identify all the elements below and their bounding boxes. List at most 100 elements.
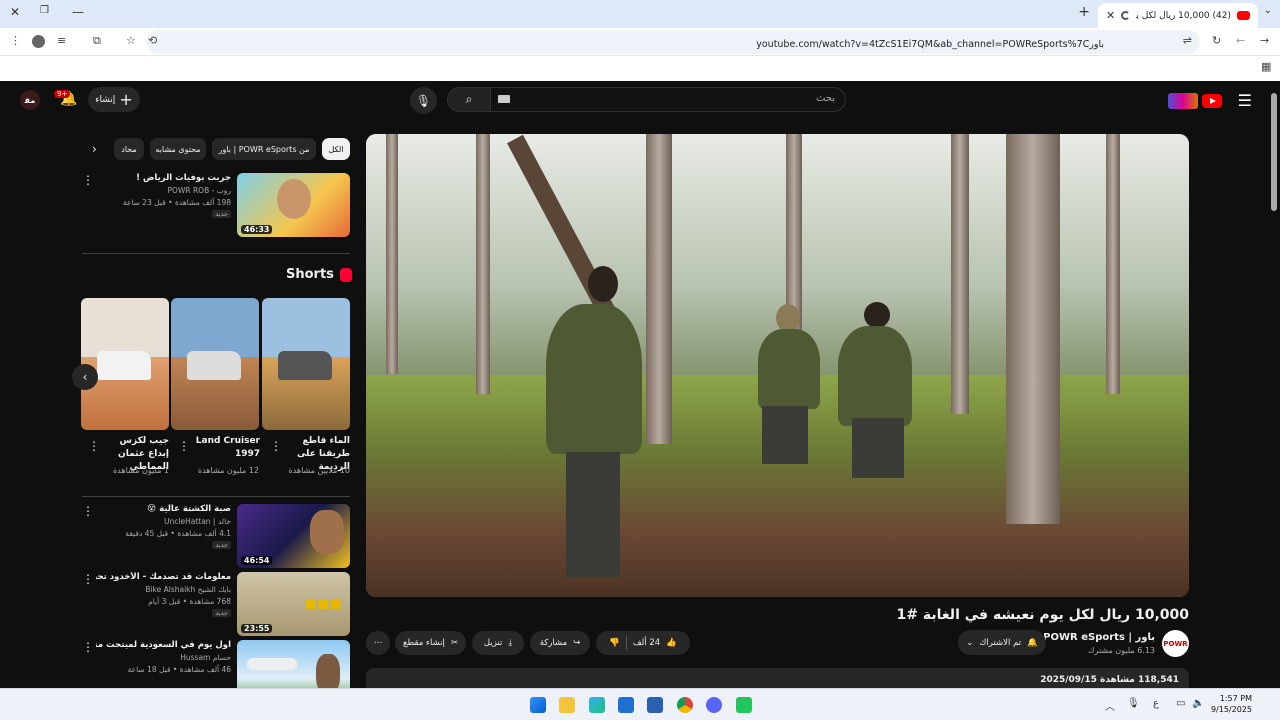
apps-grid-icon[interactable]: ▦ [1261, 60, 1271, 73]
related-video-title: صبة الكشتة عالية 😵 [147, 504, 231, 514]
person-figure [758, 329, 820, 409]
volume-icon[interactable]: 🔈 [1192, 698, 1204, 709]
extensions-icon[interactable]: ⧉ [93, 34, 101, 48]
person-legs [852, 418, 904, 478]
microphone-tray-icon[interactable]: 🎙 [1127, 698, 1140, 709]
new-badge: جديد [212, 541, 231, 549]
menu-dots-icon[interactable]: ⋮ [10, 34, 21, 47]
site-settings-icon[interactable]: ⇌ [1183, 34, 1192, 47]
create-button[interactable]: + إنشاء [88, 87, 140, 112]
hamburger-menu-icon[interactable]: ☰ [1238, 91, 1252, 110]
more-options-icon[interactable]: ⋮ [88, 439, 100, 453]
video-thumbnail[interactable] [237, 640, 350, 688]
video-thumbnail[interactable]: 46:54 [237, 504, 350, 568]
minimize-icon[interactable]: — [72, 5, 84, 19]
app-icon[interactable] [618, 697, 634, 713]
maximize-icon[interactable]: ❐ [40, 5, 49, 16]
filter-chips: الكل من POWR eSports | باور محتوى مشابه … [94, 138, 350, 162]
person-legs [762, 406, 808, 464]
close-window-icon[interactable]: ✕ [10, 5, 20, 19]
scrollbar-thumb[interactable] [1271, 93, 1277, 211]
description-box[interactable]: 118,541 مشاهدة 2025/09/15 [366, 668, 1189, 688]
discord-icon[interactable] [706, 697, 722, 713]
omnibox[interactable]: ☆ ⟲ youtube.com/watch?v=4tZcS1Ei7QM&ab_c… [126, 30, 1200, 54]
related-video[interactable]: اول يوم في السعودية لميتحت متخرج حسام Hu… [82, 640, 350, 688]
share-label: مشاركة [539, 638, 568, 648]
chip-from-channel[interactable]: من POWR eSports | باور [212, 138, 316, 160]
more-options-icon[interactable]: ⋮ [82, 504, 94, 518]
related-video[interactable]: 46:54 صبة الكشتة عالية 😵 خالد | UncleHat… [82, 504, 350, 568]
browser-tab[interactable]: (42) 10,000 ريال لكل يوم نعيـ ✕ [1098, 3, 1258, 28]
video-duration: 46:33 [241, 225, 273, 234]
plus-icon: + [119, 90, 133, 109]
keyboard-icon[interactable] [498, 95, 510, 103]
download-button[interactable]: ⤓ تنزيل [472, 631, 524, 655]
tab-search-icon[interactable]: ⌄ [1264, 5, 1272, 16]
short-thumbnail[interactable] [81, 298, 169, 430]
network-icon[interactable]: ▭ [1176, 698, 1185, 709]
channel-row: POWR باور | POWR eSports 6.13 مليون مشتر… [929, 630, 1189, 660]
bookmark-star-icon[interactable]: ☆ [126, 34, 136, 47]
chip-more[interactable]: محاد [114, 138, 144, 160]
clock-time: 1:57 PM [1219, 694, 1252, 703]
more-options-icon[interactable]: ⋮ [178, 439, 190, 453]
media-icon[interactable]: ≡ [57, 34, 66, 47]
start-icon[interactable] [530, 697, 546, 713]
file-explorer-icon[interactable] [559, 697, 575, 713]
app-icon[interactable] [736, 697, 752, 713]
search-button[interactable]: ⌕ [447, 87, 491, 112]
search-input[interactable]: بحث [490, 87, 846, 112]
subscribed-label: تم الاشتراك [979, 637, 1022, 648]
thumbs-down-icon[interactable]: 👎 [609, 638, 620, 648]
tray-chevron-icon[interactable]: ︿ [1105, 698, 1115, 713]
more-options-icon[interactable]: ⋮ [82, 572, 94, 586]
video-player[interactable] [366, 134, 1189, 597]
shorts-scroll-arrow[interactable]: ‹ [72, 364, 98, 390]
more-actions-button[interactable]: ⋯ [366, 631, 390, 655]
short-thumbnail[interactable] [262, 298, 350, 430]
forward-icon[interactable]: ← [1236, 34, 1245, 47]
person-head [864, 302, 890, 328]
clip-button[interactable]: ✂ إنشاء مقطع [395, 631, 466, 655]
back-icon[interactable]: → [1260, 34, 1269, 47]
channel-name[interactable]: باور | POWR eSports [1043, 632, 1155, 643]
more-options-icon[interactable]: ⋮ [270, 439, 282, 453]
language-indicator[interactable]: ع [1153, 698, 1159, 709]
channel-avatar[interactable]: POWR [1162, 630, 1189, 657]
shorts-icon [339, 267, 352, 282]
page-info-icon[interactable]: ⟲ [148, 34, 157, 47]
like-dislike-button[interactable]: 👍 24 ألف 👎 [596, 631, 690, 655]
related-channel: حسام Hussam [180, 653, 231, 662]
youtube-logo[interactable] [1162, 92, 1222, 110]
tree-trunk [1106, 134, 1120, 394]
chip-all[interactable]: الكل [322, 138, 350, 160]
related-video[interactable]: 46:33 جربت بوفيات الرياض ! روب - POWR RO… [82, 173, 350, 237]
voice-search-button[interactable]: 🎙 [410, 87, 437, 114]
more-options-icon[interactable]: ⋮ [82, 640, 94, 654]
youtube-page: ☰ بحث ⌕ 🎙 + إنشاء 🔔 9+ ﻣﻘ 10,000 ريال لك… [0, 81, 1280, 688]
clock[interactable]: 1:57 PM 9/15/2025 [1211, 693, 1252, 715]
car-shape [186, 350, 242, 380]
chrome-icon[interactable] [677, 697, 693, 713]
short-title[interactable]: Land Cruiser 1997 [190, 435, 260, 461]
more-options-icon[interactable]: ⋮ [82, 173, 94, 187]
account-avatar[interactable]: ﻣﻘ [20, 90, 40, 110]
video-thumbnail[interactable]: 46:33 [237, 173, 350, 237]
short-thumbnail[interactable] [171, 298, 259, 430]
profile-icon[interactable] [32, 35, 45, 48]
share-button[interactable]: ↪ مشاركة [530, 631, 590, 655]
new-tab-icon[interactable]: + [1078, 4, 1090, 20]
thumbs-up-icon[interactable]: 👍 [666, 638, 677, 648]
shorts-heading: Shorts [286, 267, 352, 282]
edge-icon[interactable] [589, 697, 605, 713]
page-scrollbar[interactable] [1268, 81, 1280, 688]
youtube-header: ☰ بحث ⌕ 🎙 + إنشاء 🔔 9+ ﻣﻘ [0, 81, 1280, 119]
subscribed-button[interactable]: 🔔 تم الاشتراك ⌄ [958, 630, 1046, 655]
bell-icon: 🔔 [1027, 637, 1038, 648]
video-thumbnail[interactable]: ◼◼◼ 23:55 [237, 572, 350, 636]
close-tab-icon[interactable]: ✕ [1106, 9, 1115, 22]
related-video[interactable]: ◼◼◼ 23:55 معلومات قد تصدمك - الأخدود تحت… [82, 572, 350, 636]
reload-icon[interactable]: ↻ [1212, 34, 1221, 47]
store-icon[interactable] [647, 697, 663, 713]
chip-related[interactable]: محتوى مشابه [150, 138, 206, 160]
